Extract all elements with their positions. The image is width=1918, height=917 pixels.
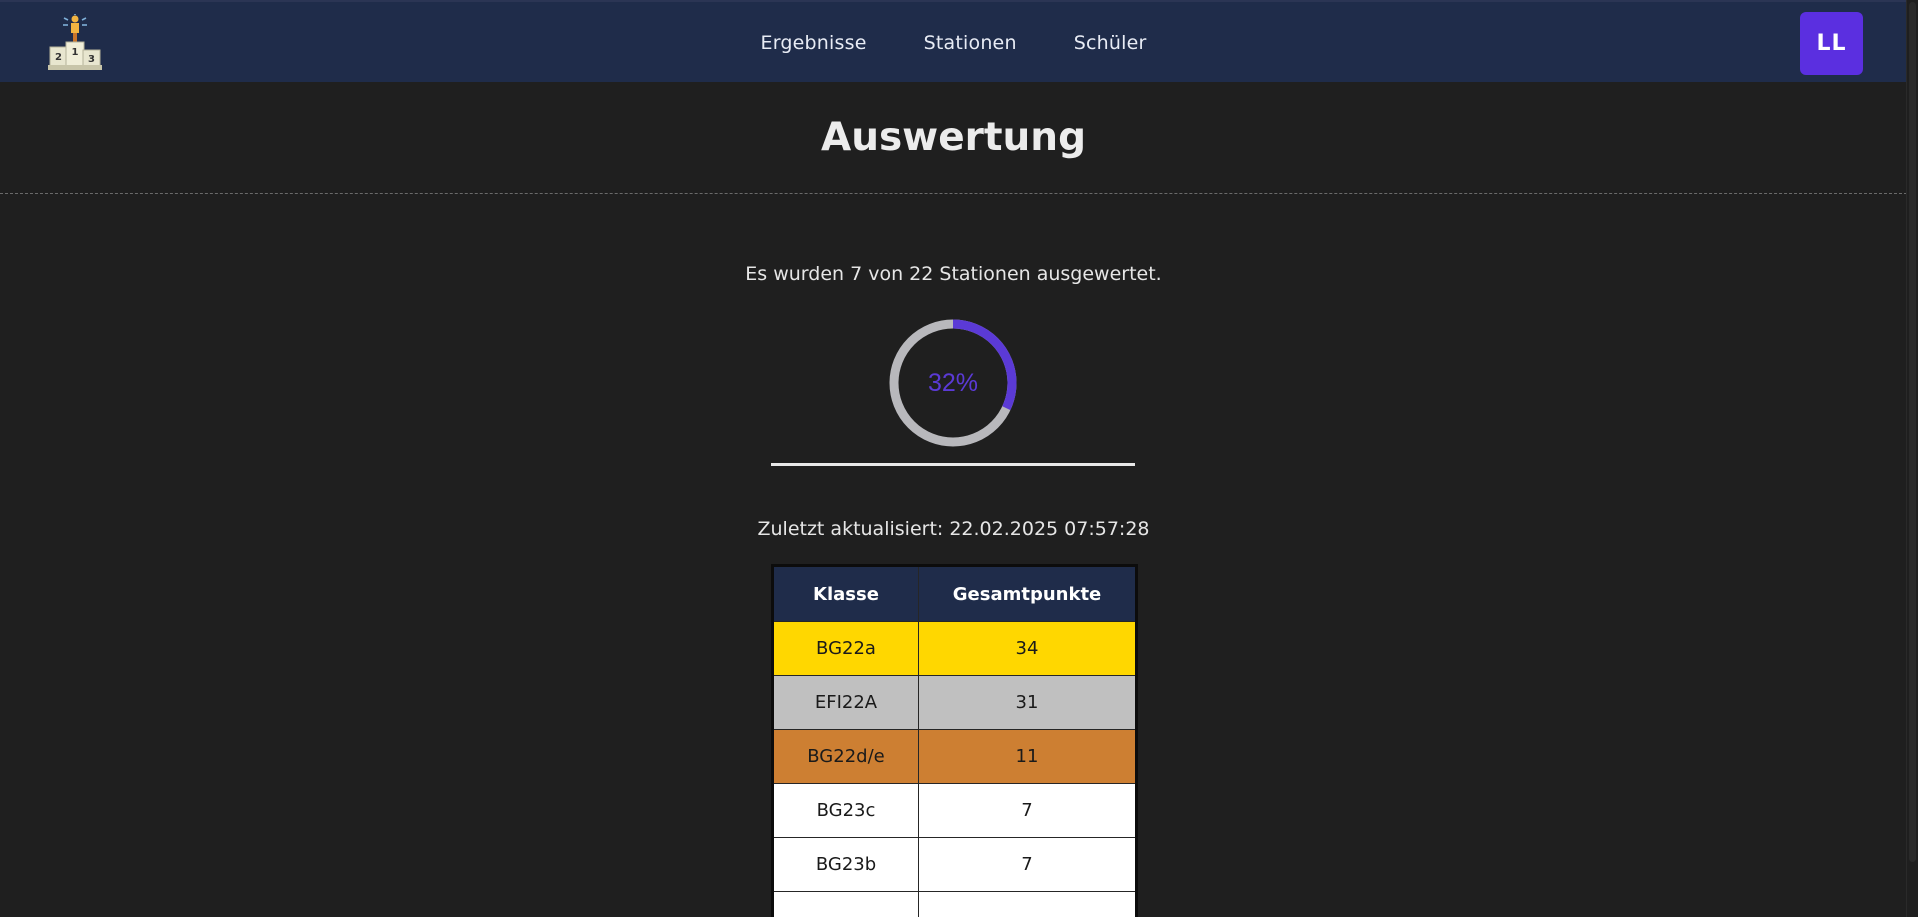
cell-punkte: 31 xyxy=(918,675,1137,730)
cell-klasse xyxy=(772,891,919,917)
table-row: BG22d/e 11 xyxy=(772,729,1137,784)
column-header-gesamtpunkte[interactable]: Gesamtpunkte xyxy=(918,565,1137,622)
cell-punkte xyxy=(918,891,1137,917)
cell-klasse: EFI22A xyxy=(772,675,919,730)
table-row: BG23b 7 xyxy=(772,837,1137,892)
results-table: Klasse Gesamtpunkte BG22a 34 EFI22A 31 B… xyxy=(771,564,1138,917)
table-row: BG23c 7 xyxy=(772,783,1137,838)
progress-percent-label: 32% xyxy=(927,368,979,397)
last-updated-text: Zuletzt aktualisiert: 22.02.2025 07:57:2… xyxy=(757,518,1150,540)
title-divider xyxy=(0,193,1907,194)
nav-link-stationen[interactable]: Stationen xyxy=(924,32,1017,54)
cell-klasse: BG22a xyxy=(772,621,919,676)
cell-punkte: 7 xyxy=(918,837,1137,892)
table-header-row: Klasse Gesamtpunkte xyxy=(772,565,1137,622)
nav-link-ergebnisse[interactable]: Ergebnisse xyxy=(761,32,867,54)
scrollbar-thumb[interactable] xyxy=(1909,2,1916,862)
main-nav: Ergebnisse Stationen Schüler xyxy=(0,2,1907,84)
cell-klasse: BG23c xyxy=(772,783,919,838)
table-row xyxy=(772,891,1137,917)
cell-klasse: BG23b xyxy=(772,837,919,892)
page: 2 1 3 Ergebnisse Stationen Schüler LL Au… xyxy=(0,0,1907,917)
nav-link-schueler[interactable]: Schüler xyxy=(1074,32,1147,54)
vertical-scrollbar[interactable] xyxy=(1906,0,1918,917)
column-header-klasse[interactable]: Klasse xyxy=(772,565,919,622)
table-row: BG22a 34 xyxy=(772,621,1137,676)
page-title: Auswertung xyxy=(821,115,1086,160)
evaluation-status-text: Es wurden 7 von 22 Stationen ausgewertet… xyxy=(745,263,1162,285)
progress-divider xyxy=(771,463,1135,466)
cell-klasse: BG22d/e xyxy=(772,729,919,784)
user-avatar-button[interactable]: LL xyxy=(1800,12,1863,75)
cell-punkte: 11 xyxy=(918,729,1137,784)
top-navbar: 2 1 3 Ergebnisse Stationen Schüler LL xyxy=(0,0,1907,82)
cell-punkte: 7 xyxy=(918,783,1137,838)
table-row: EFI22A 31 xyxy=(772,675,1137,730)
cell-punkte: 34 xyxy=(918,621,1137,676)
